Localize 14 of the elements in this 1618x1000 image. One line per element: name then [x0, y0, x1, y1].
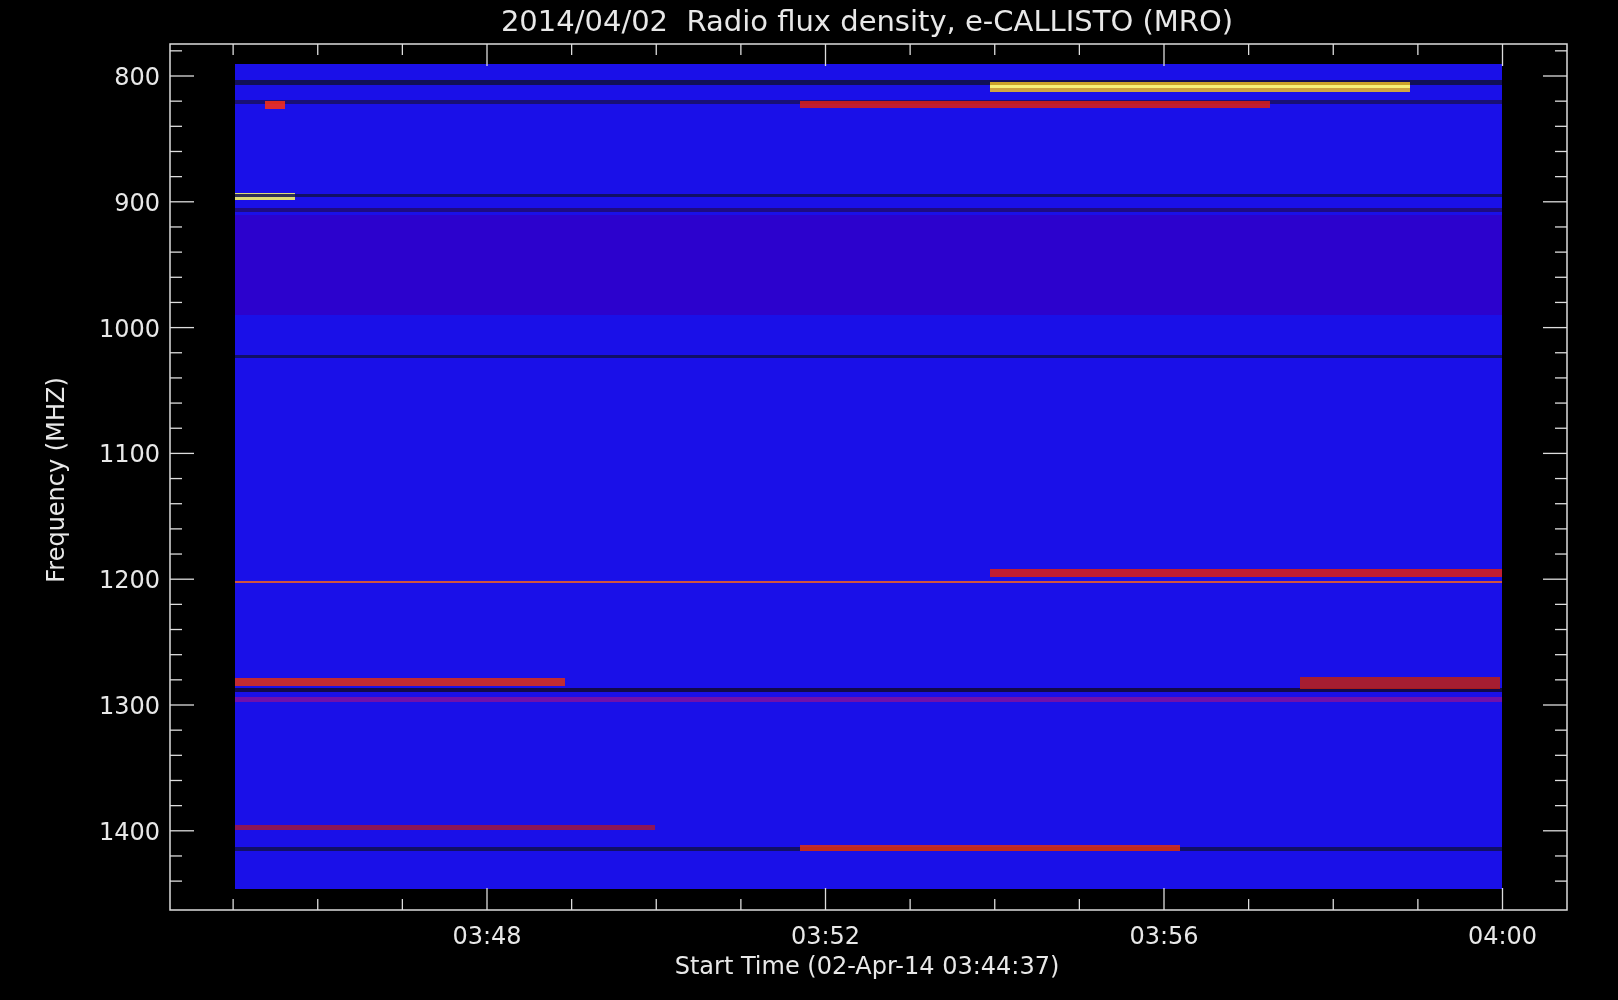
- chart-title: 2014/04/02 Radio flux density, e-CALLISTO (MRO): [500, 4, 1234, 38]
- y-tick-label: 1200: [98, 566, 160, 595]
- y-tick-label: 900: [114, 188, 160, 217]
- y-axis-label: Frequency (MHZ): [42, 377, 70, 583]
- y-tick-label: 1300: [98, 692, 160, 720]
- x-tick-label: 03:56: [1129, 922, 1199, 950]
- x-axis-label: Start Time (02-Apr-14 03:44:37): [674, 952, 1060, 980]
- x-tick-label: 03:48: [452, 922, 522, 950]
- x-tick-label: 04:00: [1467, 922, 1538, 950]
- y-tick-label: 1000: [98, 314, 160, 343]
- y-tick-label: 1400: [98, 817, 160, 846]
- x-tick-label: 03:52: [790, 922, 861, 950]
- y-tick-label: 800: [114, 63, 160, 91]
- y-tick-label: 1100: [98, 440, 160, 469]
